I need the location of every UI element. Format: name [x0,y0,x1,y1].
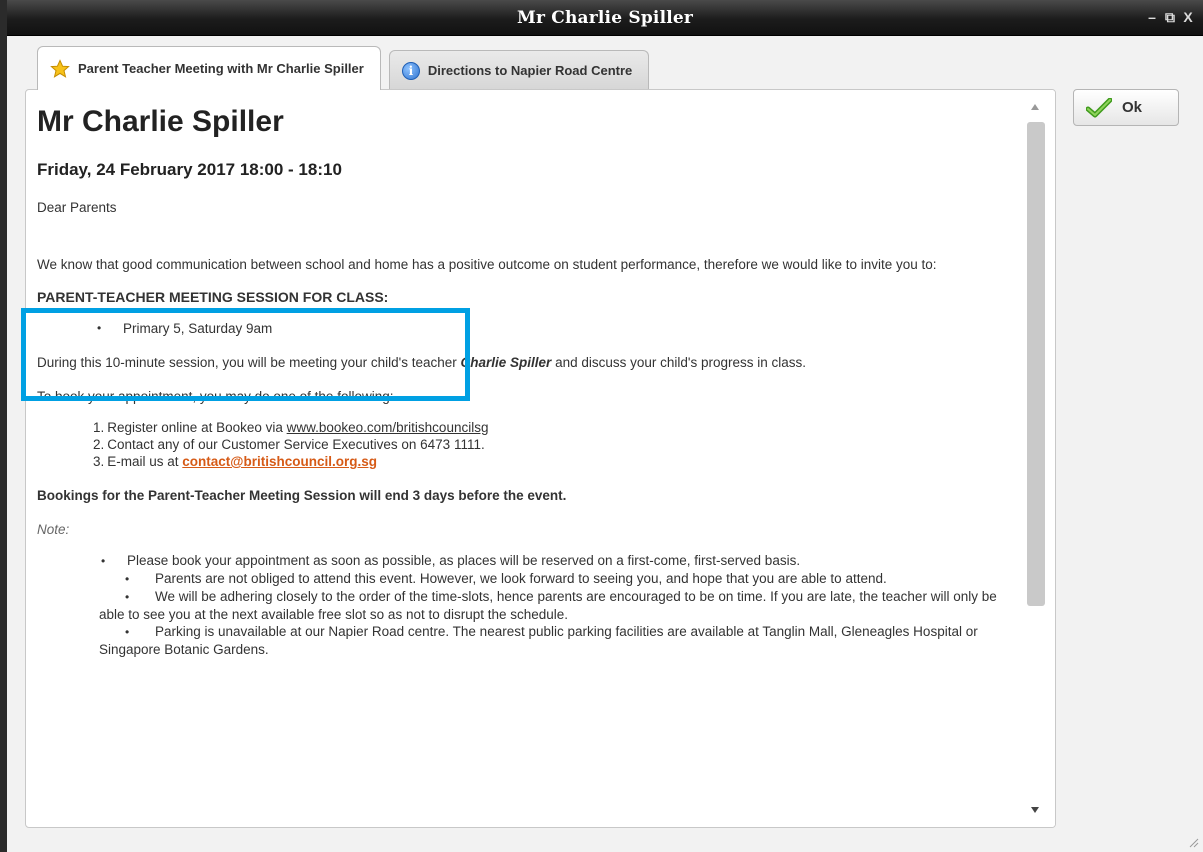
booking-steps: 1. Register online at Bookeo via www.book… [37,419,1012,470]
session-list: Primary 5, Saturday 9am [37,320,1012,337]
list-item: 1. Register online at Bookeo via www.book… [93,420,489,435]
booking-intro: To book your appointment, you may do one… [37,389,394,404]
notes-list: • Please book your appointment as soon as… [37,552,1012,658]
resize-grip-icon[interactable] [1187,836,1199,848]
list-item: • Parking is unavailable at our Napier Ro… [99,624,978,657]
salutation: Dear Parents [37,200,117,215]
ok-label: Ok [1122,99,1143,116]
list-item: • Parents are not obliged to attend this … [125,571,887,586]
event-datetime: Friday, 24 February 2017 18:00 - 18:10 [37,160,342,179]
list-item: 3. E-mail us at contact@britishcouncil.or… [93,454,377,469]
email-link[interactable]: contact@britishcouncil.org.sg [182,454,377,469]
intro-paragraph: We know that good communication between … [37,257,937,272]
title-bar[interactable]: Mr Charlie Spiller – ⧉ X [7,0,1203,36]
session-description-post: and discuss your child's progress in cla… [551,355,807,370]
minimize-button[interactable]: – [1145,9,1159,26]
step-3-text: E-mail us at [107,454,183,469]
session-description: During this 10-minute session, you will … [37,354,1012,371]
scroll-down-arrow-icon[interactable] [1031,807,1039,813]
content-panel: Mr Charlie Spiller Friday, 24 February 2… [25,89,1056,828]
page-title: Mr Charlie Spiller [37,105,284,138]
session-item: Primary 5, Saturday 9am [97,320,1012,337]
scroll-up-arrow-icon[interactable] [1031,104,1039,110]
tab-directions[interactable]: i Directions to Napier Road Centre [388,50,650,90]
star-icon [50,58,70,78]
session-heading: PARENT-TEACHER MEETING SESSION FOR CLASS… [37,289,389,305]
tab-parent-teacher-meeting[interactable]: Parent Teacher Meeting with Mr Charlie S… [37,46,381,90]
tab-strip: Parent Teacher Meeting with Mr Charlie S… [37,46,650,90]
tab-label: Parent Teacher Meeting with Mr Charlie S… [78,61,364,76]
close-button[interactable]: X [1181,9,1195,26]
vertical-scrollbar[interactable] [1023,90,1055,827]
note-label: Note: [37,522,70,537]
step-2-text: Contact any of our Customer Service Exec… [107,437,485,452]
list-item: • We will be adhering closely to the orde… [99,589,997,622]
list-item: 2. Contact any of our Customer Service Ex… [93,437,485,452]
session-description-pre: During this 10-minute session, you will … [37,355,461,370]
list-item: • Please book your appointment as soon as… [101,553,801,568]
bookeo-link[interactable]: www.bookeo.com/britishcouncilsg [287,420,489,435]
ok-button[interactable]: Ok [1073,89,1179,126]
window-controls: – ⧉ X [1145,9,1195,26]
dialog-window: Mr Charlie Spiller – ⧉ X Parent Teacher … [0,0,1203,852]
info-icon: i [401,61,420,80]
scroll-thumb[interactable] [1027,122,1045,606]
step-1-text: Register online at Bookeo via [107,420,287,435]
window-title: Mr Charlie Spiller [516,8,694,28]
bookings-deadline: Bookings for the Parent-Teacher Meeting … [37,488,567,503]
restore-button[interactable]: ⧉ [1163,9,1177,26]
tab-label: Directions to Napier Road Centre [427,63,633,78]
teacher-name: Charlie Spiller [460,355,552,370]
document-body: Mr Charlie Spiller Friday, 24 February 2… [37,100,1012,658]
check-icon [1086,97,1112,117]
